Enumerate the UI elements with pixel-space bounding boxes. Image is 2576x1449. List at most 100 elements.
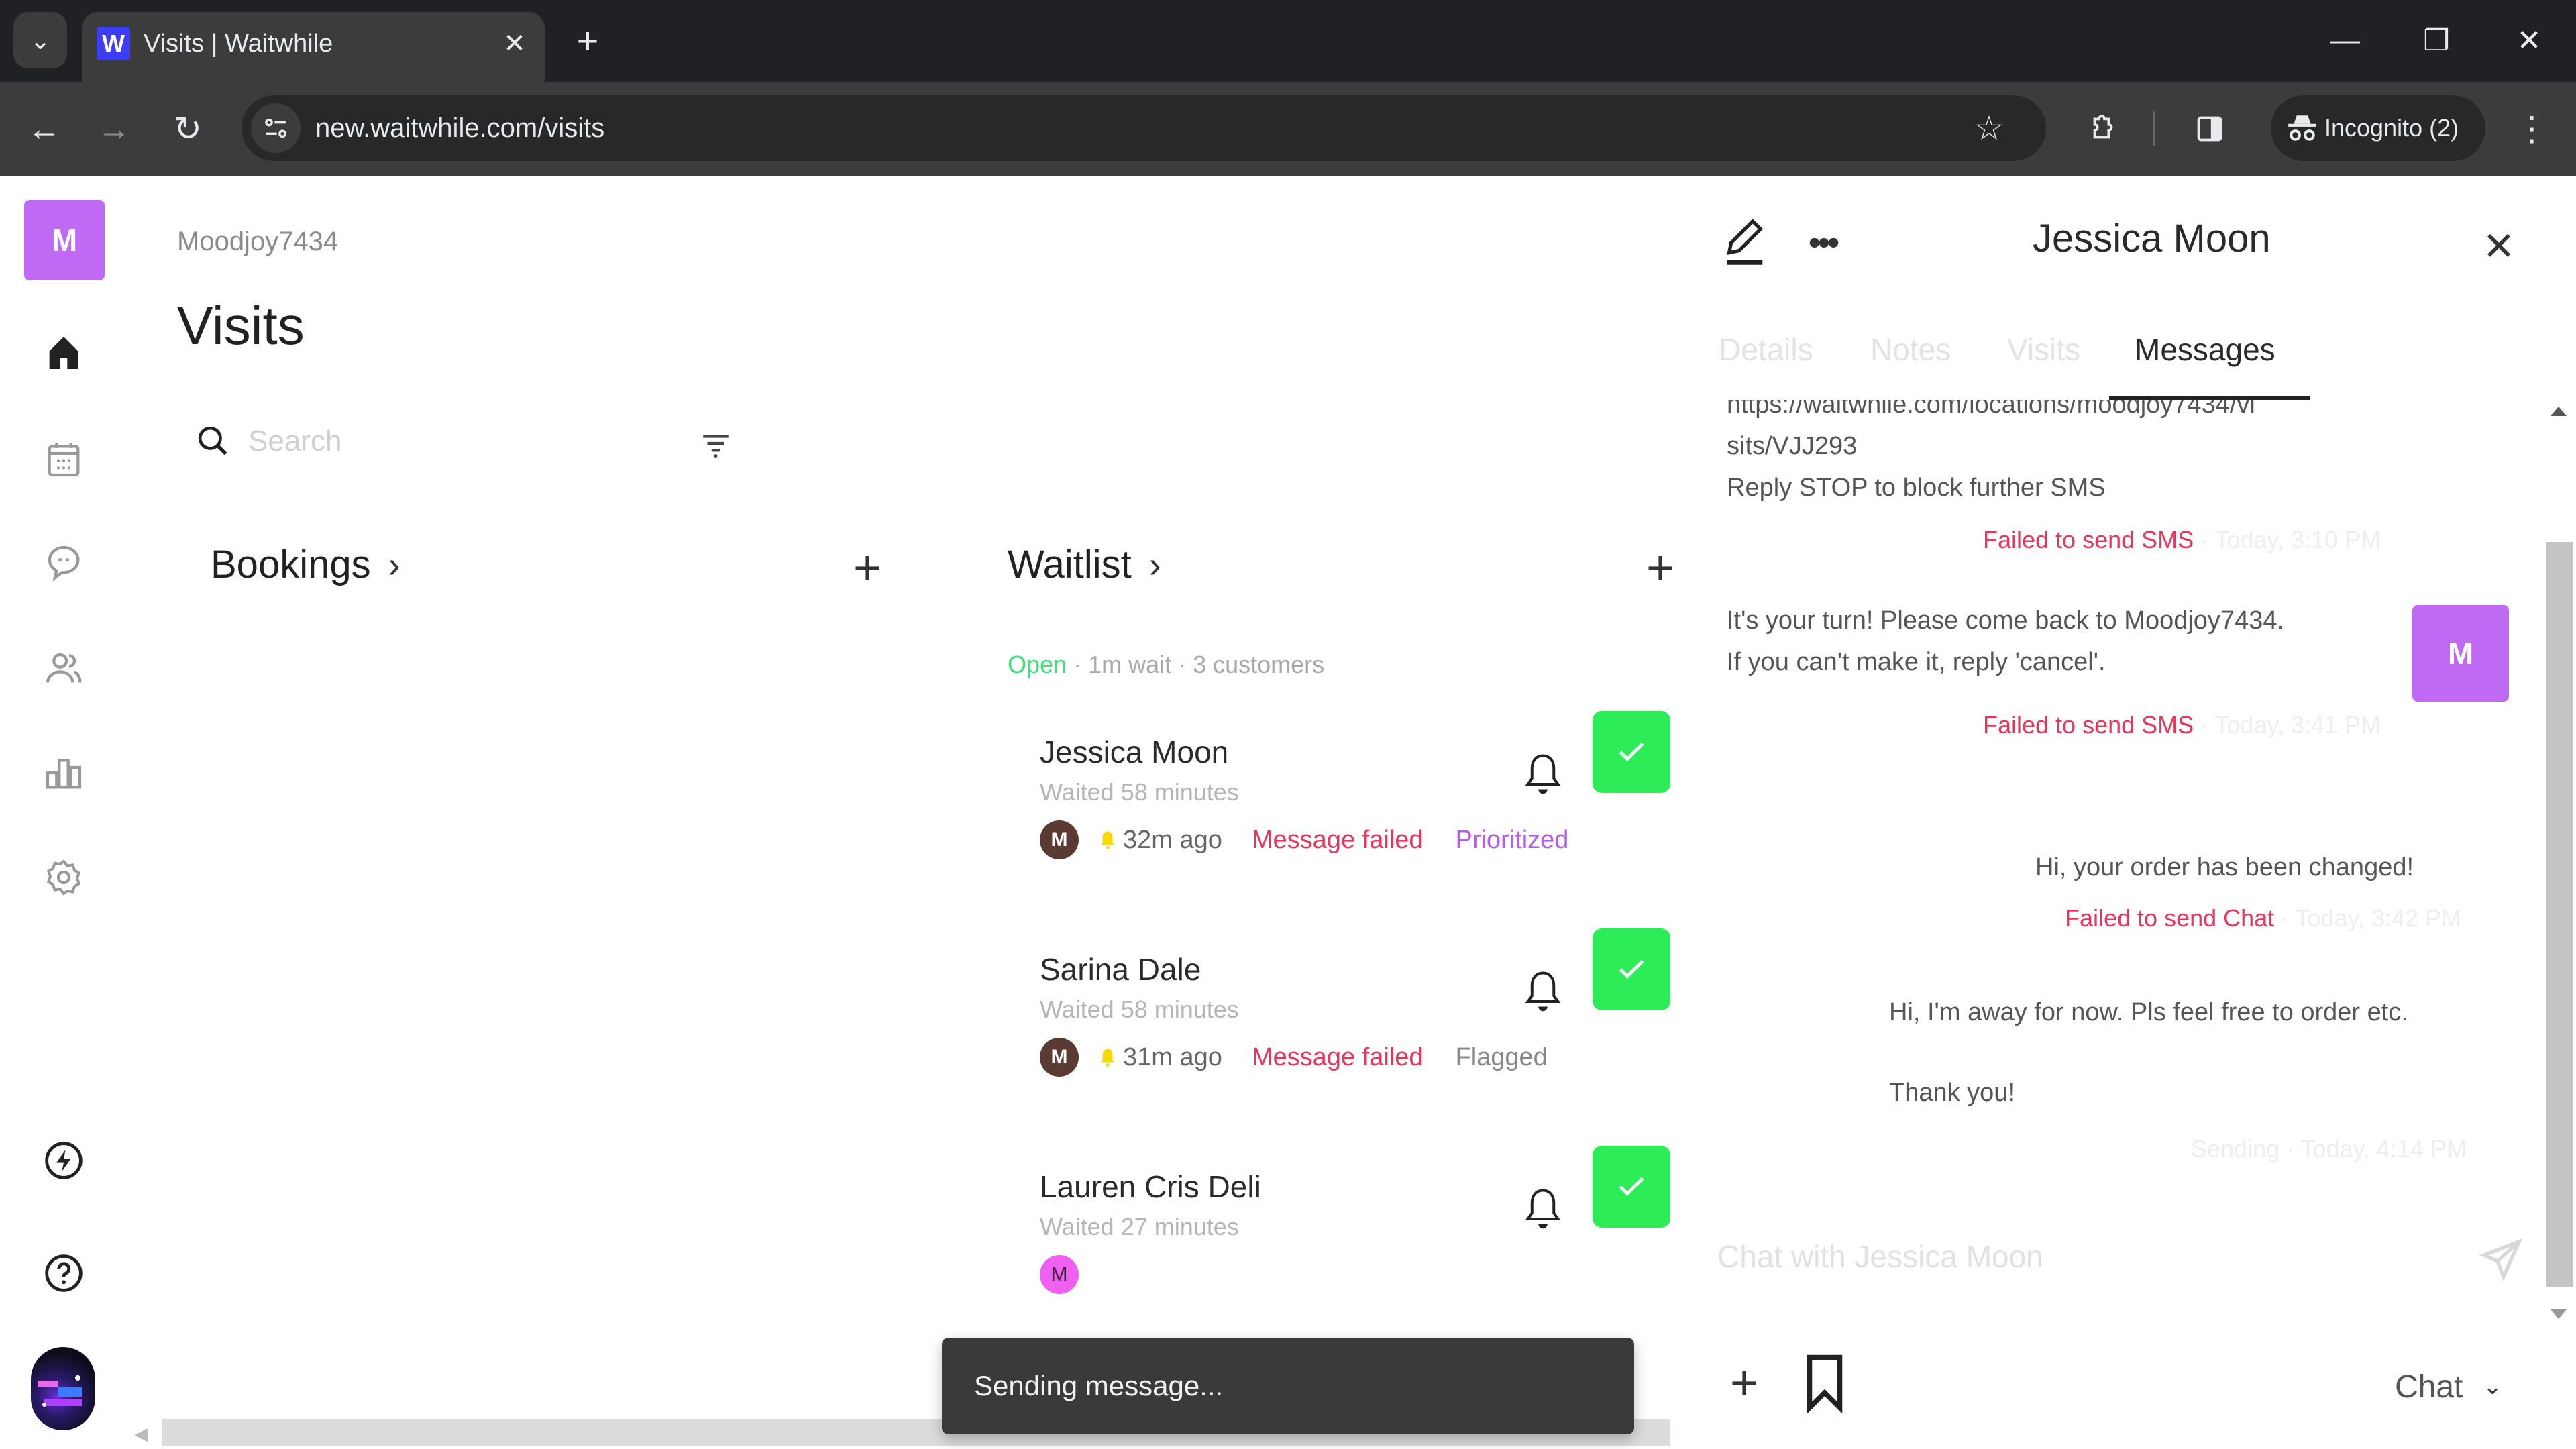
channel-label: Chat <box>2395 1368 2463 1405</box>
staff-avatar: M <box>1040 1038 1079 1077</box>
visit-waited: Waited 58 minutes <box>1040 778 1239 806</box>
calendar-icon <box>48 443 80 477</box>
visit-row[interactable]: Jessica Moon Waited 58 minutes M 32m ago… <box>1040 711 1677 908</box>
chat-composer-input[interactable] <box>1717 1220 2522 1293</box>
more-vertical-icon: ⋮ <box>2515 110 2548 148</box>
plus-icon: + <box>1729 1356 1759 1410</box>
serve-button[interactable] <box>1593 1146 1670 1228</box>
toast-notification: Sending message... <box>942 1338 1634 1434</box>
notify-button[interactable] <box>1516 965 1570 1018</box>
visit-row[interactable]: Sarina Dale Waited 58 minutes M 31m ago … <box>1040 928 1677 1126</box>
reload-button[interactable]: ↻ <box>161 102 215 156</box>
filter-icon[interactable] <box>699 428 733 462</box>
tab-visits[interactable]: Visits <box>2007 331 2080 368</box>
saved-replies-bookmark-icon[interactable] <box>1798 1352 1851 1413</box>
back-button[interactable]: ← <box>17 102 71 156</box>
window-minimize-button[interactable]: — <box>2318 20 2372 60</box>
browser-menu-button[interactable]: ⋮ <box>2505 102 2559 156</box>
edit-pencil-icon[interactable] <box>1723 217 1767 268</box>
notified-ago: 32m ago <box>1123 825 1222 854</box>
visit-meta: M 31m ago Message failed Flagged <box>1040 1037 1554 1077</box>
notify-button[interactable] <box>1516 1182 1570 1236</box>
nav-messages[interactable] <box>37 537 91 590</box>
user-photo-image <box>38 1375 82 1407</box>
message-line <box>1889 1033 2408 1072</box>
visit-name: Jessica Moon <box>1040 735 1229 769</box>
staff-avatar: M <box>1040 1255 1079 1294</box>
message-status: Failed to send SMS · Today, 3:41 PM <box>1983 711 2381 739</box>
add-waitlist-button[interactable]: + <box>1637 541 1684 595</box>
incognito-label: Incognito (2) <box>2324 114 2459 142</box>
tab-notes[interactable]: Notes <box>1870 331 1951 368</box>
scroll-up-arrow-icon[interactable] <box>2551 407 2567 416</box>
tab-details[interactable]: Details <box>1719 331 1813 368</box>
message-sending-status: Sending <box>2191 1135 2280 1163</box>
message-scrollbar-thumb[interactable] <box>2546 542 2573 1287</box>
user-profile-avatar[interactable] <box>31 1347 95 1430</box>
visit-meta: M <box>1040 1254 1099 1295</box>
browser-tab-active[interactable]: W Visits | Waitwhile ✕ <box>82 12 545 82</box>
window-restore-button[interactable]: ❐ <box>2410 20 2463 60</box>
notify-button[interactable] <box>1516 747 1570 801</box>
tab-search-button[interactable]: ⌄ <box>13 12 67 68</box>
waitlist-header-link[interactable]: Waitlist › <box>1008 542 1161 587</box>
message-timestamp: Today, 3:10 PM <box>2214 526 2381 553</box>
tab-messages[interactable]: Messages <box>2135 331 2275 368</box>
nav-analytics[interactable] <box>37 746 91 800</box>
bookings-header-link[interactable]: Bookings › <box>211 542 400 587</box>
visit-name: Lauren Cris Deli <box>1040 1169 1261 1204</box>
serve-button[interactable] <box>1593 928 1670 1010</box>
waitlist-status: Open · 1m wait · 3 customers <box>1008 651 1324 679</box>
org-avatar-button[interactable]: M <box>24 200 105 280</box>
message-timestamp: Today, 4:14 PM <box>2300 1135 2467 1163</box>
send-icon[interactable] <box>2478 1236 2525 1283</box>
window-close-button[interactable]: ✕ <box>2502 20 2556 60</box>
close-icon: ✕ <box>503 29 526 58</box>
side-panel-button[interactable] <box>2183 102 2237 156</box>
incognito-indicator[interactable]: Incognito (2) <box>2271 95 2485 161</box>
visit-row[interactable]: Lauren Cris Deli Waited 27 minutes M <box>1040 1146 1677 1343</box>
message-bubble: It's your turn! Please come back to Mood… <box>1727 600 2284 683</box>
panel-close-button[interactable]: ✕ <box>2475 223 2522 270</box>
bell-filled-icon <box>1101 831 1114 849</box>
star-icon: ☆ <box>1974 109 2004 147</box>
nav-help[interactable] <box>37 1246 91 1300</box>
add-attachment-button[interactable]: + <box>1717 1356 1771 1410</box>
message-line: Thank you! <box>1889 1079 2015 1107</box>
forward-button[interactable]: → <box>87 102 141 156</box>
bookmark-star-button[interactable]: ☆ <box>1966 105 2012 152</box>
reload-icon: ↻ <box>174 110 202 148</box>
site-info-button[interactable] <box>251 103 301 153</box>
channel-select[interactable]: Chat ⌄ <box>2395 1363 2502 1410</box>
search-input[interactable] <box>248 416 651 467</box>
tune-icon <box>265 118 286 138</box>
extensions-button[interactable] <box>2076 102 2130 156</box>
nav-home[interactable] <box>37 326 91 380</box>
nav-calendar[interactable] <box>37 432 91 486</box>
message-line: If you can't make it, reply 'cancel'. <box>1727 648 2106 676</box>
scroll-left-arrow-icon[interactable]: ◀ <box>134 1424 148 1444</box>
url-text[interactable]: new.waitwhile.com/visits <box>315 95 604 161</box>
add-booking-button[interactable]: + <box>844 541 891 595</box>
serve-button[interactable] <box>1593 711 1670 793</box>
side-panel-icon <box>2197 116 2222 142</box>
nav-whats-new[interactable] <box>37 1134 91 1187</box>
message-error: Failed to send Chat <box>2065 904 2275 932</box>
gear-icon <box>46 859 81 896</box>
message-scrollbar[interactable] <box>2542 400 2576 1332</box>
visit-detail-panel: ••• Jessica Moon ✕ Details Notes Visits … <box>1690 176 2576 1449</box>
left-nav-rail: M <box>0 176 127 1449</box>
nav-settings[interactable] <box>37 851 91 904</box>
nav-customers[interactable] <box>37 641 91 695</box>
waitlist-summary: · 1m wait · 3 customers <box>1067 651 1325 678</box>
tab-close-button[interactable]: ✕ <box>498 27 531 60</box>
new-tab-button[interactable]: + <box>568 19 608 62</box>
address-bar[interactable]: new.waitwhile.com/visits ☆ <box>241 95 2046 161</box>
more-options-icon[interactable]: ••• <box>1799 223 1846 263</box>
message-status: Failed to send SMS · Today, 3:10 PM <box>1983 526 2381 553</box>
chevron-down-icon: ⌄ <box>30 26 51 55</box>
check-icon <box>1619 1177 1644 1196</box>
visit-tag: Flagged <box>1455 1042 1548 1071</box>
scroll-down-arrow-icon[interactable] <box>2551 1309 2567 1319</box>
chevron-down-icon: ⌄ <box>2483 1374 2502 1399</box>
